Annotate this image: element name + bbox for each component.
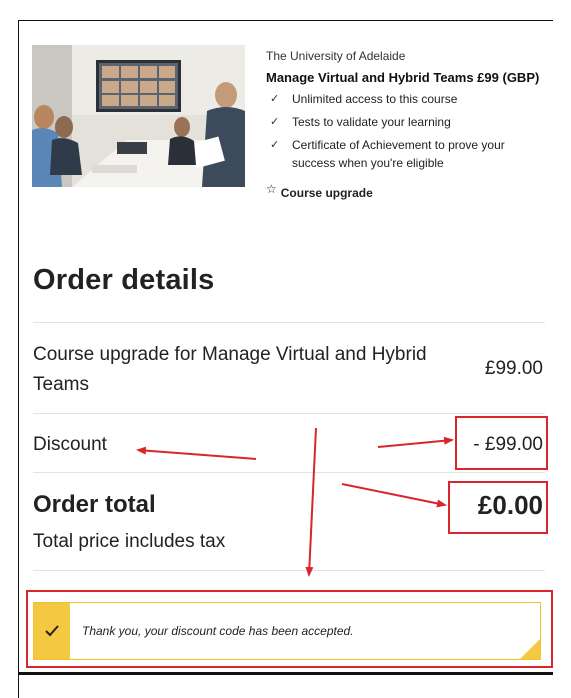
star-icon: ☆ bbox=[266, 182, 277, 196]
feature-text: Unlimited access to this course bbox=[292, 92, 458, 106]
arrow-to-discount-label bbox=[136, 446, 257, 460]
meeting-photo bbox=[32, 45, 245, 187]
feature-text: Tests to validate your learning bbox=[292, 115, 451, 129]
feature-item: ✓ Tests to validate your learning bbox=[266, 113, 548, 131]
feature-item: ✓ Unlimited access to this course bbox=[266, 90, 548, 108]
tax-note: Total price includes tax bbox=[33, 531, 226, 552]
check-icon: ✓ bbox=[270, 93, 280, 105]
divider bbox=[33, 413, 545, 414]
order-item-price: £99.00 bbox=[484, 358, 543, 379]
course-thumbnail bbox=[32, 45, 245, 187]
arrow-to-discount-value bbox=[377, 436, 454, 448]
order-total-label: Order total bbox=[33, 491, 156, 518]
check-icon: ✓ bbox=[270, 116, 280, 128]
discount-success-notice: Thank you, your discount code has been a… bbox=[33, 602, 541, 660]
notice-corner bbox=[520, 639, 540, 659]
total-highlight-box bbox=[448, 481, 548, 534]
upgrade-label: Course upgrade bbox=[280, 186, 373, 200]
course-title: Manage Virtual and Hybrid Teams £99 (GBP… bbox=[266, 70, 540, 85]
check-icon: ✓ bbox=[270, 139, 280, 151]
course-upgrade-tag: ☆ Course upgrade bbox=[266, 182, 548, 200]
divider bbox=[33, 570, 545, 571]
order-details-heading: Order details bbox=[33, 264, 215, 296]
feature-item: ✓ Certificate of Achievement to prove yo… bbox=[266, 136, 548, 172]
notice-text: Thank you, your discount code has been a… bbox=[82, 624, 354, 638]
checkout-page: The University of Adelaide Manage Virtua… bbox=[0, 0, 571, 698]
university-name: The University of Adelaide bbox=[266, 49, 406, 63]
discount-label: Discount bbox=[33, 434, 107, 455]
frame-top-border bbox=[18, 20, 553, 21]
arrow-to-total-value bbox=[341, 483, 447, 508]
order-item-label: Course upgrade for Manage Virtual and Hy… bbox=[33, 344, 427, 395]
frame-left-border bbox=[18, 20, 19, 698]
discount-highlight-box bbox=[455, 416, 548, 470]
feature-list: ✓ Unlimited access to this course ✓ Test… bbox=[266, 90, 548, 172]
feature-text: Certificate of Achievement to prove your… bbox=[292, 138, 505, 170]
divider bbox=[33, 322, 545, 323]
divider bbox=[33, 472, 545, 473]
notice-icon-block bbox=[34, 603, 70, 659]
course-info: The University of Adelaide Manage Virtua… bbox=[266, 48, 548, 200]
checkmark-icon bbox=[45, 625, 59, 637]
arrow-to-notice bbox=[305, 427, 317, 577]
frame-bottom-border bbox=[18, 672, 553, 675]
